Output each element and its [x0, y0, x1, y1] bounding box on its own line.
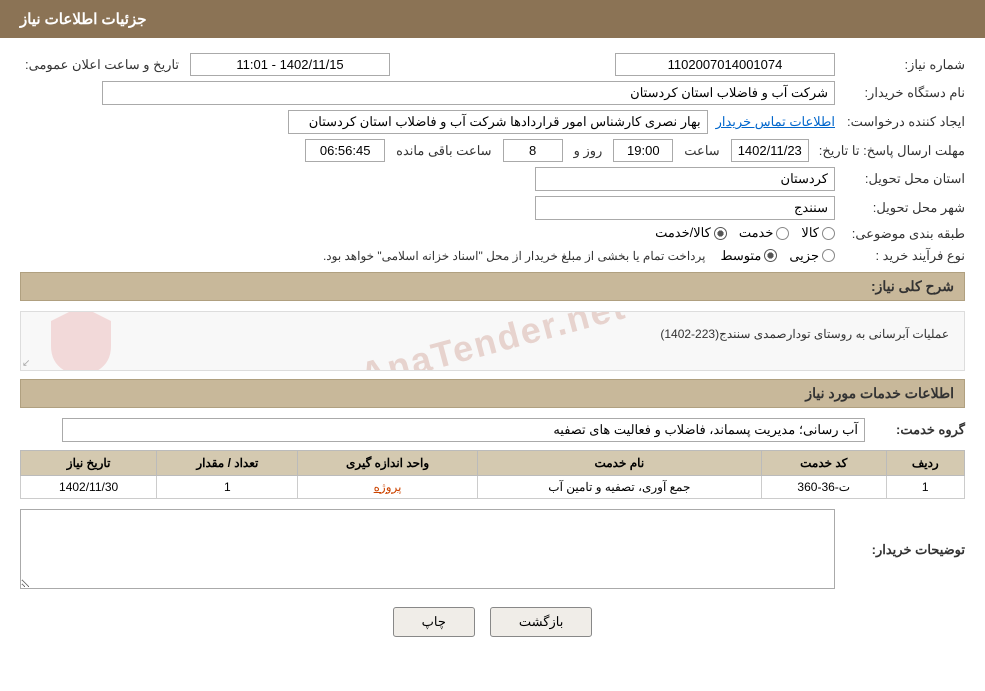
process-option-motevaset[interactable]: متوسط — [720, 248, 777, 264]
delivery-city-row: شهر محل تحویل: سنندج — [20, 196, 965, 220]
process-option-jozi[interactable]: جزیی — [789, 248, 835, 264]
col-date: تاریخ نیاز — [21, 450, 157, 475]
announce-date-label: تاریخ و ساعت اعلان عمومی: — [25, 57, 179, 73]
cell-row: 1 — [886, 475, 964, 498]
process-label-motevaset: متوسط — [720, 248, 761, 264]
need-number-row: شماره نیاز: 1102007014001074 1402/11/15 … — [20, 53, 965, 76]
col-unit: واحد اندازه گیری — [298, 450, 477, 475]
creator-value: اطلاعات تماس خریدار بهار نصری کارشناس ام… — [20, 110, 835, 134]
watermark-text: AnaTender.net — [355, 311, 630, 371]
process-type-row: نوع فرآیند خرید : جزیی متوسط پرداخت تمام… — [20, 248, 965, 264]
process-radio-group: جزیی متوسط — [720, 248, 835, 264]
category-row: طبقه بندی موضوعی: کالا خدمت کالا/خدمت — [20, 225, 965, 243]
delivery-province-box: کردستان — [535, 167, 835, 191]
service-group-row: گروه خدمت: آب رسانی؛ مدیریت پسماند، فاضل… — [20, 418, 965, 442]
delivery-city-box: سنندج — [535, 196, 835, 220]
delivery-city-label: شهر محل تحویل: — [835, 200, 965, 216]
col-code: کد خدمت — [761, 450, 886, 475]
buyer-notes-textarea[interactable] — [20, 509, 835, 589]
page-header: جزئیات اطلاعات نیاز — [0, 0, 985, 38]
watermark-shield-icon — [51, 311, 111, 371]
buyer-notes-value — [20, 509, 835, 592]
process-type-label: نوع فرآیند خرید : — [835, 248, 965, 264]
answer-time-label: ساعت — [684, 143, 719, 159]
answer-deadline-row: مهلت ارسال پاسخ: تا تاریخ: 1402/11/23 سا… — [20, 139, 965, 162]
table-row: 1ت-36-360جمع آوری، تصفیه و تامین آبپروژه… — [21, 475, 965, 498]
process-label-jozi: جزیی — [789, 248, 819, 264]
services-section-title: اطلاعات خدمات مورد نیاز — [20, 379, 965, 408]
back-button[interactable]: بازگشت — [490, 607, 592, 637]
need-desc-separator: شرح کلی نیاز: AnaTender.net عملیات آبرسا… — [20, 272, 965, 371]
answer-days-box: 8 — [503, 139, 563, 162]
announce-date-box: 1402/11/15 - 11:01 — [190, 53, 390, 76]
buyer-notes-label: توضیحات خریدار: — [835, 542, 965, 558]
col-qty: تعداد / مقدار — [157, 450, 298, 475]
creator-row: ایجاد کننده درخواست: اطلاعات تماس خریدار… — [20, 110, 965, 134]
buyer-org-value: شرکت آب و فاضلاب استان کردستان — [20, 81, 835, 105]
need-desc-watermark-area: AnaTender.net عملیات آبرسانی به روستای ت… — [20, 311, 965, 371]
remain-time-box: 06:56:45 — [305, 139, 385, 162]
need-desc-text: عملیات آبرسانی به روستای تودارصمدی سنندج… — [36, 327, 949, 341]
col-row: ردیف — [886, 450, 964, 475]
cell-qty: 1 — [157, 475, 298, 498]
category-value: کالا خدمت کالا/خدمت — [20, 225, 835, 243]
service-group-label: گروه خدمت: — [865, 422, 965, 438]
process-radio-jozi[interactable] — [822, 249, 835, 262]
cell-name: جمع آوری، تصفیه و تامین آب — [477, 475, 761, 498]
buyer-notes-row: توضیحات خریدار: — [20, 509, 965, 592]
category-radio-kala[interactable] — [822, 227, 835, 240]
category-option-khedmat[interactable]: خدمت — [739, 225, 790, 241]
services-table: ردیف کد خدمت نام خدمت واحد اندازه گیری ت… — [20, 450, 965, 499]
remain-time-label: ساعت باقی مانده — [396, 143, 491, 159]
answer-days-label: روز و — [574, 143, 603, 159]
category-radio-group: کالا خدمت کالا/خدمت — [655, 225, 835, 241]
service-group-box: آب رسانی؛ مدیریت پسماند، فاضلاب و فعالیت… — [62, 418, 865, 442]
delivery-province-value: کردستان — [20, 167, 835, 191]
buyer-org-box: شرکت آب و فاضلاب استان کردستان — [102, 81, 836, 105]
main-content: شماره نیاز: 1102007014001074 1402/11/15 … — [0, 38, 985, 672]
creator-box: بهار نصری کارشناس امور قراردادها شرکت آب… — [288, 110, 708, 134]
category-option-kala[interactable]: کالا — [801, 225, 835, 241]
delivery-province-label: استان محل تحویل: — [835, 171, 965, 187]
cell-code: ت-36-360 — [761, 475, 886, 498]
need-desc-section-title: شرح کلی نیاز: — [20, 272, 965, 301]
answer-deadline-value: 1402/11/23 ساعت 19:00 روز و 8 ساعت باقی … — [20, 139, 809, 162]
service-group-value: آب رسانی؛ مدیریت پسماند، فاضلاب و فعالیت… — [20, 418, 865, 442]
page-title: جزئیات اطلاعات نیاز — [20, 11, 147, 28]
category-label-kala-khedmat: کالا/خدمت — [655, 225, 711, 241]
need-desc-area: AnaTender.net عملیات آبرسانی به روستای ت… — [20, 311, 965, 371]
need-number-box: 1102007014001074 — [615, 53, 835, 76]
services-section: اطلاعات خدمات مورد نیاز — [20, 379, 965, 408]
delivery-province-row: استان محل تحویل: کردستان — [20, 167, 965, 191]
print-button[interactable]: چاپ — [393, 607, 475, 637]
category-label: طبقه بندی موضوعی: — [835, 226, 965, 242]
buyer-org-row: نام دستگاه خریدار: شرکت آب و فاضلاب استا… — [20, 81, 965, 105]
answer-deadline-label: مهلت ارسال پاسخ: تا تاریخ: — [809, 143, 965, 159]
category-option-kala-khedmat[interactable]: کالا/خدمت — [655, 225, 727, 241]
process-type-note: پرداخت تمام یا بخشی از مبلغ خریدار از مح… — [323, 249, 706, 263]
creator-contact-link[interactable]: اطلاعات تماس خریدار — [716, 114, 835, 130]
category-radio-kala-khedmat[interactable] — [714, 227, 727, 240]
creator-label: ایجاد کننده درخواست: — [835, 114, 965, 130]
buyer-org-label: نام دستگاه خریدار: — [835, 85, 965, 101]
buyer-notes-section: توضیحات خریدار: — [20, 509, 965, 592]
delivery-city-value: سنندج — [20, 196, 835, 220]
cell-date: 1402/11/30 — [21, 475, 157, 498]
process-radio-motevaset[interactable] — [764, 249, 777, 262]
need-number-value: 1102007014001074 1402/11/15 - 11:01 تاری… — [20, 53, 835, 76]
col-name: نام خدمت — [477, 450, 761, 475]
category-radio-khedmat[interactable] — [776, 227, 789, 240]
cell-unit: پروژه — [298, 475, 477, 498]
process-type-value: جزیی متوسط پرداخت تمام یا بخشی از مبلغ خ… — [20, 248, 835, 264]
need-number-label: شماره نیاز: — [835, 57, 965, 73]
category-label-khedmat: خدمت — [739, 225, 774, 241]
services-table-header-row: ردیف کد خدمت نام خدمت واحد اندازه گیری ت… — [21, 450, 965, 475]
category-label-kala: کالا — [801, 225, 819, 241]
buttons-row: بازگشت چاپ — [20, 607, 965, 657]
answer-time-box: 19:00 — [613, 139, 673, 162]
answer-date-box: 1402/11/23 — [731, 139, 809, 162]
page-wrapper: جزئیات اطلاعات نیاز شماره نیاز: 11020070… — [0, 0, 985, 691]
